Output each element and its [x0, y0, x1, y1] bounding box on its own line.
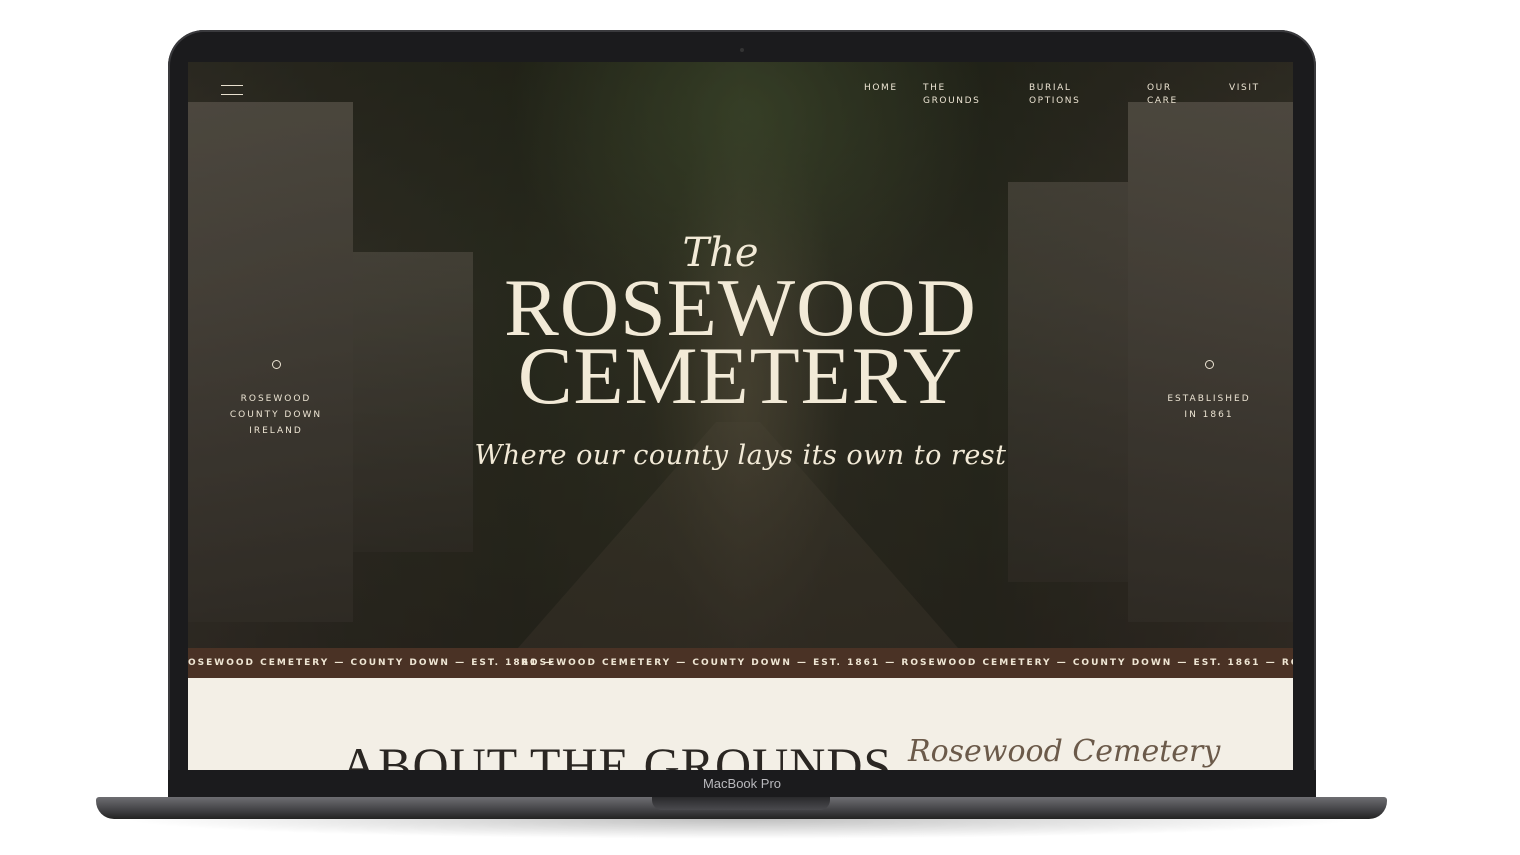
about-title: ABOUT THE GROUNDS [341, 737, 893, 770]
marquee-banner: OSEWOOD CEMETERY — COUNTY DOWN — EST. 18… [188, 648, 1293, 678]
nav-our-care[interactable]: OUR CARE [1147, 82, 1178, 108]
device-brand: MacBook Pro [702, 776, 782, 791]
marquee-text-partial: OSEWOOD CEMETERY — COUNTY DOWN — EST. 18… [188, 658, 555, 668]
circle-icon [271, 360, 281, 369]
circle-icon [1204, 360, 1214, 369]
hero-title: The ROSEWOOD CEMETERY Where our county l… [188, 232, 1293, 471]
laptop-notch [652, 797, 830, 810]
location-caption: ROSEWOOD COUNTY DOWN IRELAND [206, 344, 346, 439]
established-caption: ESTABLISHED IN 1861 [1139, 344, 1279, 423]
laptop-shadow [120, 819, 1360, 839]
nav-visit[interactable]: VISIT [1229, 82, 1260, 95]
nav-home[interactable]: HOME [864, 82, 898, 95]
hero-title-line2: CEMETERY [517, 330, 964, 421]
nav-burial-options[interactable]: BURIAL OPTIONS [1029, 82, 1080, 108]
nav-the-grounds[interactable]: THE GROUNDS [923, 82, 980, 108]
hero-section: HOME THE GROUNDS BURIAL OPTIONS OUR CARE… [188, 62, 1293, 648]
about-section: ABOUT THE GROUNDS Rosewood Cemetery [188, 678, 1293, 770]
about-script: Rosewood Cemetery [908, 734, 1221, 769]
marquee-text-main: ROSEWOOD CEMETERY — COUNTY DOWN — EST. 1… [521, 658, 1293, 668]
established-caption-text: ESTABLISHED IN 1861 [1167, 394, 1251, 420]
camera-icon [740, 48, 744, 52]
location-caption-text: ROSEWOOD COUNTY DOWN IRELAND [229, 394, 323, 436]
browser-screen: HOME THE GROUNDS BURIAL OPTIONS OUR CARE… [188, 62, 1293, 770]
hamburger-icon[interactable] [221, 85, 243, 95]
hero-tagline: Where our county lays its own to rest [474, 440, 1007, 471]
